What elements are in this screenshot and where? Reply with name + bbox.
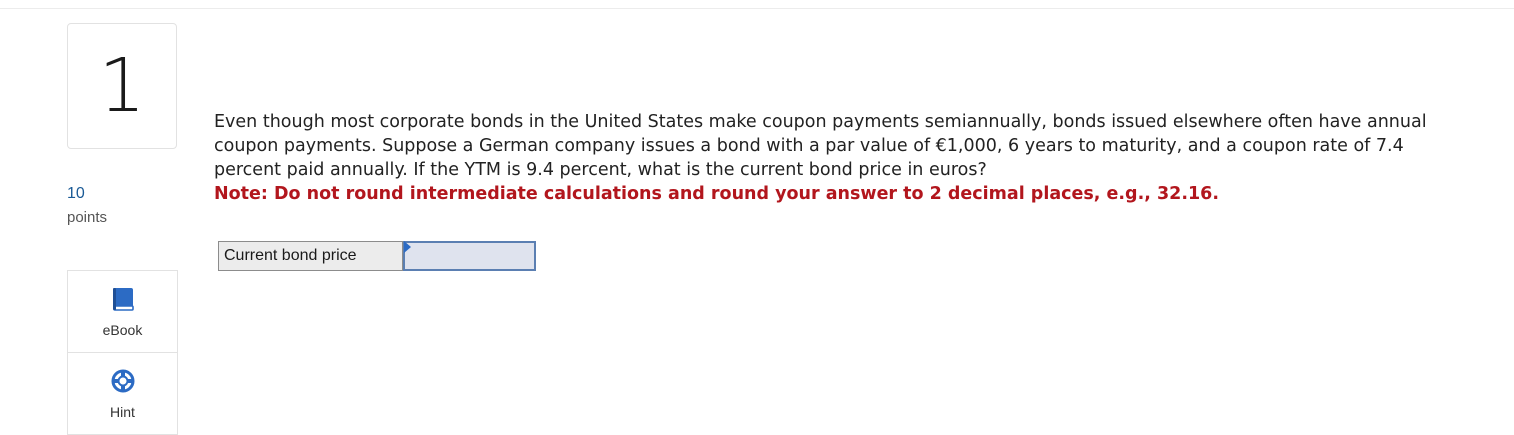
lifebuoy-icon — [111, 369, 135, 398]
current-bond-price-input[interactable] — [403, 241, 536, 271]
hint-button[interactable]: Hint — [68, 353, 177, 435]
rounding-note: Note: Do not round intermediate calculat… — [214, 184, 1219, 204]
question-text: Even though most corporate bonds in the … — [214, 112, 1427, 180]
answer-input-wrapper — [403, 241, 536, 271]
hint-label: Hint — [110, 404, 135, 420]
question-body: Even though most corporate bonds in the … — [214, 110, 1454, 206]
book-icon — [112, 287, 134, 316]
tools-panel: eBook Hint — [67, 270, 178, 435]
ebook-button[interactable]: eBook — [68, 271, 177, 353]
answer-row: Current bond price — [218, 241, 536, 271]
top-divider — [0, 8, 1514, 9]
question-number-card: 1 — [67, 23, 177, 149]
points-label: points — [67, 209, 108, 226]
points-value: 10 — [67, 185, 85, 202]
answer-label: Current bond price — [218, 241, 403, 271]
ebook-label: eBook — [102, 322, 143, 338]
input-marker-icon — [404, 241, 411, 253]
question-number: 1 — [98, 43, 146, 129]
